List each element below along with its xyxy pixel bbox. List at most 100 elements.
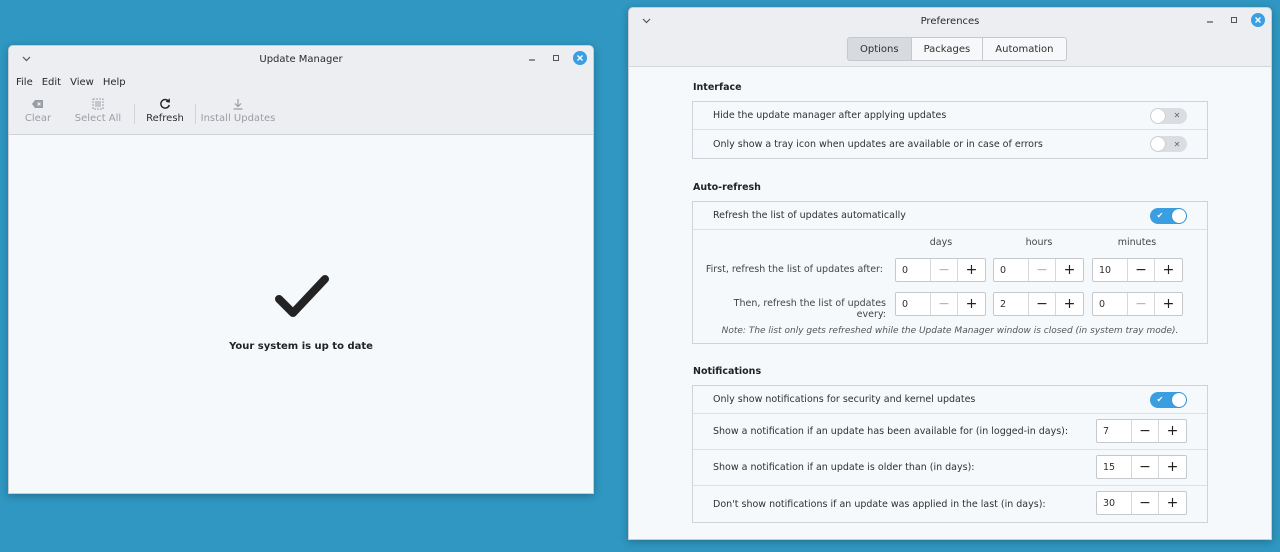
interface-section-title: Interface [693, 82, 742, 93]
clear-label: Clear [24, 113, 52, 124]
security-notifications-switch[interactable]: ✔ [1150, 391, 1187, 408]
download-icon [233, 99, 243, 110]
then-minutes-stepper[interactable]: 0 − + [1092, 292, 1183, 316]
available-for-stepper[interactable]: 7 − + [1096, 419, 1187, 443]
first-hours-stepper[interactable]: 0 − + [993, 258, 1084, 282]
then-days-value[interactable]: 0 [896, 293, 931, 315]
available-for-row: Show a notification if an update has bee… [693, 414, 1207, 450]
tray-icon-row: Only show a tray icon when updates are a… [693, 130, 1207, 158]
applied-in-last-stepper[interactable]: 30 − + [1096, 491, 1187, 515]
increment-button[interactable]: + [1159, 492, 1186, 514]
titlebar[interactable]: Preferences [629, 8, 1271, 34]
then-minutes-value[interactable]: 0 [1093, 293, 1128, 315]
decrement-button[interactable]: − [1029, 293, 1056, 315]
then-hours-stepper[interactable]: 2 − + [993, 292, 1084, 316]
increment-button[interactable]: + [958, 293, 985, 315]
decrement-button[interactable]: − [1132, 420, 1159, 442]
interface-frame: Hide the update manager after applying u… [692, 101, 1208, 159]
increment-button[interactable]: + [1159, 456, 1186, 478]
first-refresh-label: First, refresh the list of updates after… [705, 264, 883, 275]
first-days-stepper[interactable]: 0 − + [895, 258, 986, 282]
increment-button[interactable]: + [1056, 293, 1083, 315]
window-title: Update Manager [259, 53, 343, 65]
decrement-button[interactable]: − [1132, 456, 1159, 478]
tray-icon-switch[interactable]: ✕ [1150, 136, 1187, 152]
toolbar: Clear Select All Refresh Install Updates [9, 92, 593, 135]
increment-button[interactable]: + [1155, 259, 1182, 281]
maximize-icon[interactable] [1227, 13, 1241, 27]
decrement-button[interactable]: − [1029, 259, 1056, 281]
clear-icon [32, 100, 43, 108]
days-column-header: days [929, 237, 953, 248]
increment-button[interactable]: + [1056, 259, 1083, 281]
increment-button[interactable]: + [958, 259, 985, 281]
maximize-icon[interactable] [549, 51, 563, 65]
select-all-icon [92, 98, 104, 110]
available-for-label: Show a notification if an update has bee… [713, 426, 1069, 437]
install-updates-button[interactable]: Install Updates [196, 98, 280, 124]
status-message: Your system is up to date [229, 341, 373, 352]
increment-button[interactable]: + [1155, 293, 1182, 315]
select-all-button[interactable]: Select All [66, 98, 130, 124]
notifications-frame: Only show notifications for security and… [692, 385, 1208, 523]
older-than-value[interactable]: 15 [1097, 456, 1132, 478]
decrement-button[interactable]: − [1132, 492, 1159, 514]
notifications-section-title: Notifications [693, 366, 762, 377]
applied-in-last-row: Don't show notifications if an update wa… [693, 486, 1207, 522]
security-notifications-label: Only show notifications for security and… [713, 394, 976, 405]
menu-view[interactable]: View [70, 77, 94, 88]
switch-knob [1151, 108, 1165, 123]
first-minutes-stepper[interactable]: 10 − + [1092, 258, 1183, 282]
then-days-stepper[interactable]: 0 − + [895, 292, 986, 316]
minimize-icon[interactable] [1203, 13, 1217, 27]
first-days-value[interactable]: 0 [896, 259, 931, 281]
hide-after-updates-switch[interactable]: ✕ [1150, 107, 1187, 124]
tab-bar: Options Packages Automation [847, 37, 1067, 61]
close-icon[interactable] [573, 51, 587, 65]
tab-packages[interactable]: Packages [910, 37, 984, 61]
close-icon[interactable] [1251, 13, 1265, 27]
first-hours-value[interactable]: 0 [994, 259, 1029, 281]
refresh-note: Note: The list only gets refreshed while… [721, 326, 1179, 336]
update-manager-window: Update Manager File Edit View Help Clear [8, 45, 594, 494]
auto-refresh-frame: Refresh the list of updates automaticall… [692, 201, 1208, 344]
first-minutes-value[interactable]: 10 [1093, 259, 1128, 281]
older-than-row: Show a notification if an update is olde… [693, 450, 1207, 486]
install-updates-label: Install Updates [200, 113, 276, 124]
switch-knob [1172, 208, 1186, 223]
select-all-label: Select All [74, 113, 122, 124]
switch-knob [1151, 137, 1165, 151]
preferences-window: Preferences Options Packages Automation … [628, 7, 1272, 540]
older-than-label: Show a notification if an update is olde… [713, 462, 975, 473]
menu-help[interactable]: Help [103, 77, 126, 88]
then-hours-value[interactable]: 2 [994, 293, 1029, 315]
refresh-button[interactable]: Refresh [137, 98, 193, 124]
titlebar[interactable]: Update Manager [9, 46, 593, 72]
available-for-value[interactable]: 7 [1097, 420, 1132, 442]
decrement-button[interactable]: − [931, 293, 958, 315]
tray-icon-label: Only show a tray icon when updates are a… [713, 138, 1043, 150]
window-menu-chevron-icon[interactable] [639, 14, 653, 28]
tab-automation[interactable]: Automation [982, 37, 1067, 61]
auto-refresh-section-title: Auto-refresh [693, 182, 761, 193]
menu-file[interactable]: File [16, 77, 33, 88]
toolbar-separator [134, 104, 135, 124]
switch-off-icon: ✕ [1173, 139, 1181, 149]
minimize-icon[interactable] [525, 51, 539, 65]
applied-in-last-value[interactable]: 30 [1097, 492, 1132, 514]
older-than-stepper[interactable]: 15 − + [1096, 455, 1187, 479]
auto-refresh-switch[interactable]: ✔ [1150, 207, 1187, 224]
decrement-button[interactable]: − [1128, 293, 1155, 315]
window-title: Preferences [920, 15, 980, 27]
then-refresh-label: Then, refresh the list of updates every: [733, 298, 886, 320]
decrement-button[interactable]: − [931, 259, 958, 281]
switch-knob [1172, 392, 1186, 407]
window-menu-chevron-icon[interactable] [19, 52, 33, 66]
tab-options[interactable]: Options [847, 37, 912, 61]
switch-on-check-icon: ✔ [1156, 211, 1164, 220]
clear-button[interactable]: Clear [12, 98, 64, 124]
menu-edit[interactable]: Edit [42, 77, 61, 88]
increment-button[interactable]: + [1159, 420, 1186, 442]
decrement-button[interactable]: − [1128, 259, 1155, 281]
refresh-schedule-grid: days hours minutes First, refresh the li… [693, 230, 1207, 343]
